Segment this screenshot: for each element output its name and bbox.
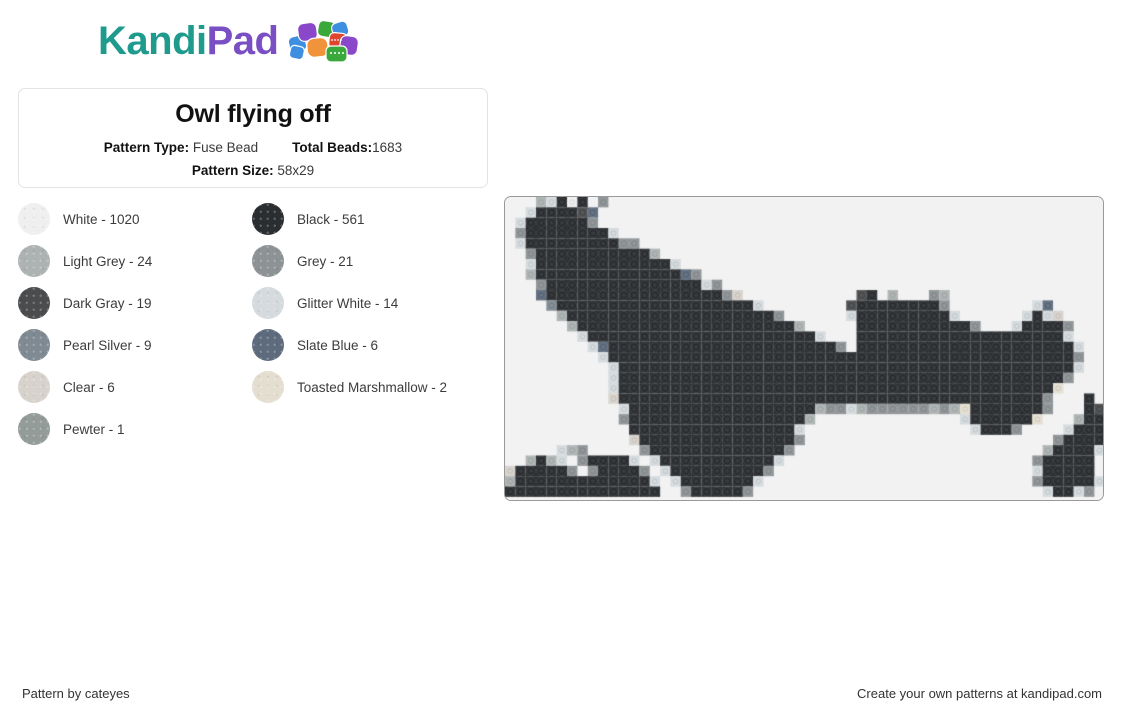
kandi-beads-cluster-icon xyxy=(288,19,360,63)
legend-item-label: Glitter White - 14 xyxy=(297,295,399,311)
footer-attribution: Pattern by cateyes xyxy=(22,686,130,701)
pattern-size-field: Pattern Size: 58x29 xyxy=(192,161,314,181)
legend-item-label: Light Grey - 24 xyxy=(63,253,153,269)
legend-item: Pewter - 1 xyxy=(18,408,248,450)
pattern-type-label: Pattern Type: xyxy=(103,140,190,155)
legend-item: White - 1020 xyxy=(18,198,248,240)
total-beads-label: Total Beads: xyxy=(292,140,373,155)
legend-item: Grey - 21 xyxy=(252,240,482,282)
page-title: Owl flying off xyxy=(175,100,331,128)
legend-color-swatch xyxy=(18,203,50,235)
bead-pattern-canvas[interactable] xyxy=(505,197,1103,500)
legend-color-swatch xyxy=(252,287,284,319)
legend-color-swatch xyxy=(252,203,284,235)
pattern-meta-row-1: Pattern Type: Fuse Bead Total Beads:1683 xyxy=(104,138,402,158)
total-beads-field: Total Beads:1683 xyxy=(292,138,402,158)
legend-item: Dark Gray - 19 xyxy=(18,282,248,324)
legend-item: Glitter White - 14 xyxy=(252,282,482,324)
legend-color-swatch xyxy=(252,245,284,277)
bead-pattern-frame[interactable] xyxy=(504,196,1104,501)
legend-color-swatch xyxy=(18,329,50,361)
legend-item-label: Slate Blue - 6 xyxy=(297,337,379,353)
legend-item: Pearl Silver - 9 xyxy=(18,324,248,366)
legend-item-label: Pewter - 1 xyxy=(63,421,125,437)
legend-item-label: Dark Gray - 19 xyxy=(63,295,152,311)
total-beads-value: 1683 xyxy=(372,140,403,155)
app-logo[interactable]: KandiPad xyxy=(98,18,362,64)
legend-item-label: White - 1020 xyxy=(63,211,140,227)
pattern-page: KandiPad Owl flying off Pattern Type: Fu… xyxy=(0,0,1124,720)
legend-item: Toasted Marshmallow - 2 xyxy=(252,366,482,408)
color-legend: White - 1020 Black - 561 Light Grey - 24 Gr… xyxy=(18,198,488,450)
footer-promo: Create your own patterns at kandipad.com xyxy=(857,686,1102,701)
pattern-type-value: Fuse Bead xyxy=(192,140,259,155)
legend-item: Slate Blue - 6 xyxy=(252,324,482,366)
legend-color-swatch xyxy=(18,413,50,445)
legend-color-swatch xyxy=(252,371,284,403)
legend-item-label: Clear - 6 xyxy=(63,379,115,395)
pattern-info-card: Owl flying off Pattern Type: Fuse Bead T… xyxy=(18,88,488,188)
pattern-size-value: 58x29 xyxy=(277,163,315,179)
legend-item-label: Toasted Marshmallow - 2 xyxy=(297,379,448,395)
pattern-meta-row-2: Pattern Size: 58x29 xyxy=(192,161,314,181)
legend-color-swatch xyxy=(18,287,50,319)
legend-item-label: Grey - 21 xyxy=(297,253,354,269)
legend-item: Black - 561 xyxy=(252,198,482,240)
legend-item: Light Grey - 24 xyxy=(18,240,248,282)
legend-item-label: Black - 561 xyxy=(297,211,365,227)
legend-color-swatch xyxy=(18,371,50,403)
logo-text-kandi: Kandi xyxy=(98,19,207,63)
legend-item: Clear - 6 xyxy=(18,366,248,408)
logo-text-pad: Pad xyxy=(206,19,279,63)
logo-wordmark: KandiPad xyxy=(98,19,279,63)
legend-item-label: Pearl Silver - 9 xyxy=(63,337,152,353)
legend-color-swatch xyxy=(252,329,284,361)
legend-color-swatch xyxy=(18,245,50,277)
pattern-size-label: Pattern Size: xyxy=(191,163,274,179)
pattern-type-field: Pattern Type: Fuse Bead xyxy=(104,138,258,158)
